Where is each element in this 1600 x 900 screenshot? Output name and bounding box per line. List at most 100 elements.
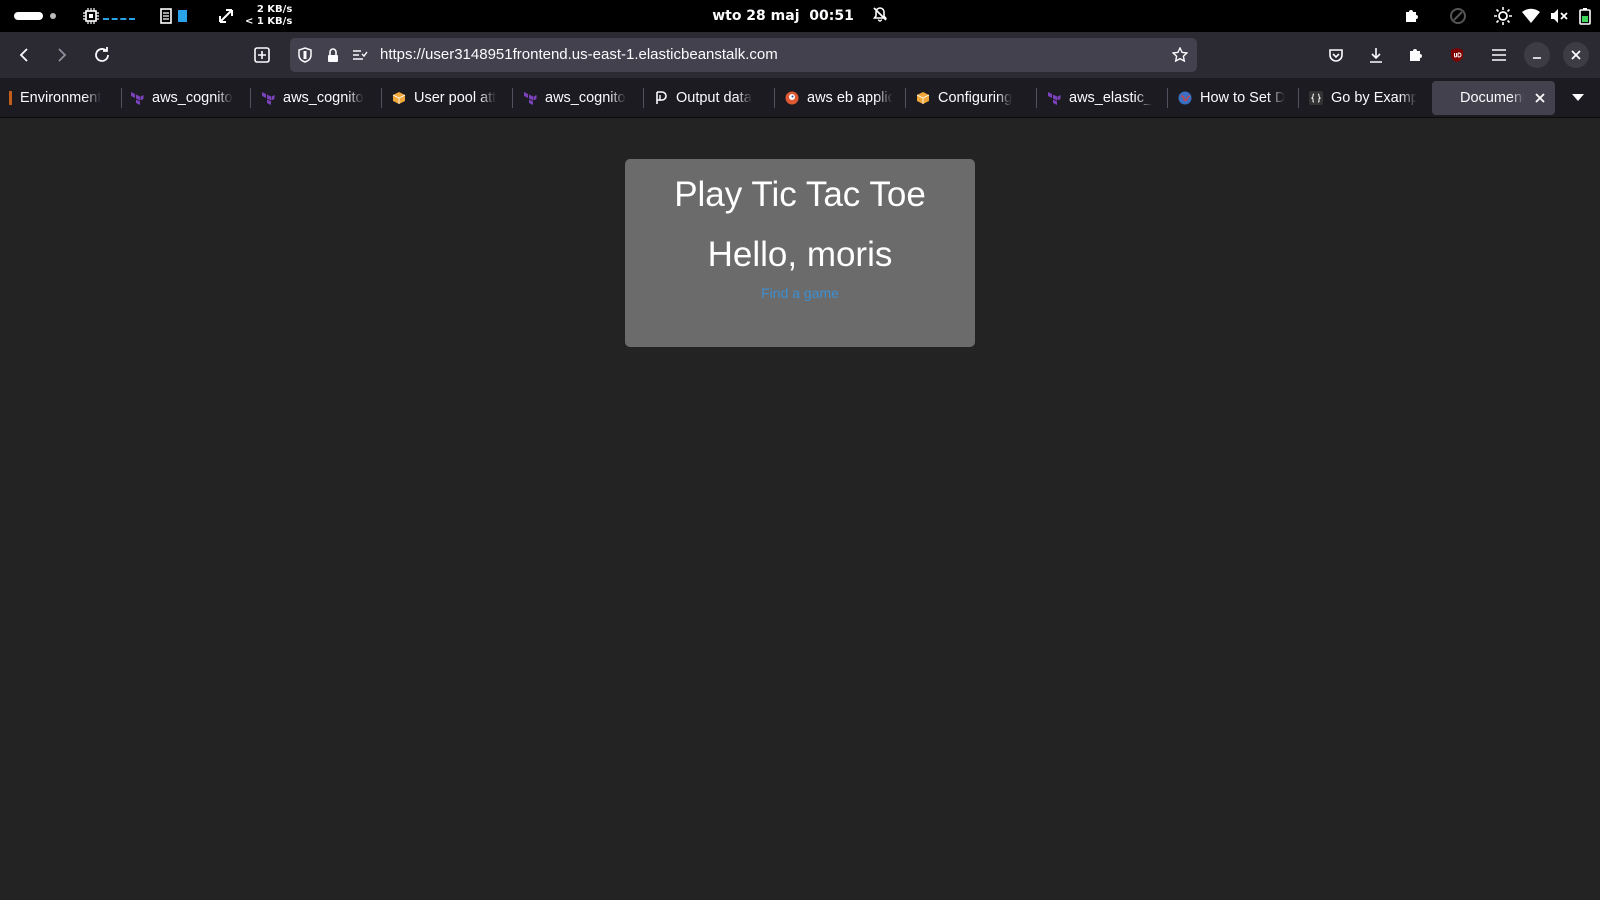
notifications-off-icon[interactable] — [872, 6, 888, 26]
ublock-shield-icon — [1451, 48, 1463, 62]
memory-usage-bar — [178, 10, 187, 22]
wifi-icon[interactable] — [1522, 7, 1540, 25]
forward-arrow-icon — [58, 48, 67, 62]
new-tab-icon — [254, 47, 270, 63]
tab-label: aws eb applic — [807, 90, 893, 106]
tab-user-pool[interactable]: User pool att — [392, 81, 500, 115]
battery-charging-icon[interactable] — [1578, 7, 1592, 25]
terraform-icon — [261, 91, 275, 105]
tab-aws-cognito-1[interactable]: aws_cognito — [130, 81, 238, 115]
duckduckgo-icon — [785, 91, 799, 105]
terraform-icon — [130, 91, 144, 105]
tab-separator — [774, 88, 775, 108]
tab-label: Environment — [20, 90, 102, 106]
hamburger-icon — [1492, 49, 1506, 61]
browser-toolbar: https://user3148951frontend.us-east-1.el… — [0, 32, 1600, 78]
bookmark-star-icon[interactable] — [1171, 46, 1189, 64]
pocket-icon — [1329, 49, 1343, 62]
permissions-icon[interactable] — [352, 47, 368, 63]
terraform-icon — [1047, 91, 1061, 105]
tab-label: How to Set D — [1200, 90, 1286, 106]
tab-aws-cognito-2[interactable]: aws_cognito — [261, 81, 369, 115]
back-button[interactable] — [8, 39, 40, 71]
tab-label: aws_cognito — [283, 90, 364, 106]
tab-separator — [512, 88, 513, 108]
close-icon — [1535, 93, 1545, 103]
greeting: Hello, moris — [707, 235, 893, 274]
game-card: Play Tic Tac Toe Hello, moris Find a gam… — [625, 159, 975, 347]
pocket-button[interactable] — [1320, 39, 1352, 71]
tab-separator — [905, 88, 906, 108]
network-transfer-icon — [217, 7, 235, 25]
tab-label: aws_cognito — [545, 90, 626, 106]
tab-strip: Environment aws_cognito aws_cognito User… — [0, 78, 1600, 118]
tab-go-by-example[interactable]: Go by Examp — [1309, 81, 1417, 115]
minimize-window-button[interactable] — [1524, 42, 1550, 68]
net-up-speed: 2 KB/s — [256, 4, 293, 15]
tab-label: Go by Examp — [1331, 90, 1417, 106]
tab-configuring[interactable]: Configuring — [916, 81, 1024, 115]
cpu-usage-graph — [103, 12, 135, 20]
tab-separator — [1298, 88, 1299, 108]
tab-close-button[interactable] — [1531, 89, 1549, 107]
page-content: Play Tic Tac Toe Hello, moris Find a gam… — [0, 119, 1600, 900]
reload-icon — [95, 47, 109, 62]
tab-label: Document — [1460, 90, 1524, 106]
tab-separator — [381, 88, 382, 108]
workspace-indicator-active[interactable] — [14, 12, 43, 20]
network-speed: 2 KB/s < 1 KB/s — [245, 4, 292, 28]
net-down-speed: < 1 KB/s — [245, 16, 293, 27]
reload-button[interactable] — [86, 39, 118, 71]
tab-environment[interactable]: Environment — [8, 81, 108, 115]
cpu-icon — [83, 8, 99, 24]
chevron-down-icon — [1572, 94, 1584, 101]
tab-aws-elastic[interactable]: aws_elastic_ — [1047, 81, 1155, 115]
find-game-link[interactable]: Find a game — [761, 285, 839, 301]
brightness-icon[interactable] — [1494, 7, 1512, 25]
list-all-tabs-button[interactable] — [1566, 86, 1590, 110]
tab-separator — [1167, 88, 1168, 108]
back-arrow-icon — [19, 48, 28, 62]
pulumi-icon — [654, 91, 668, 105]
orange-app-icon — [8, 91, 12, 105]
extensions-button[interactable] — [1400, 39, 1432, 71]
aws-box-icon — [916, 91, 930, 105]
tab-label: aws_cognito — [152, 90, 233, 106]
lock-icon[interactable] — [325, 47, 341, 63]
tab-document-active[interactable]: Document — [1432, 81, 1555, 115]
workspace-indicator-dot[interactable] — [50, 13, 56, 19]
terraform-icon — [523, 91, 537, 105]
extensions-puzzle-icon[interactable] — [1402, 6, 1422, 26]
minimize-icon — [1533, 57, 1541, 59]
url-text[interactable]: https://user3148951frontend.us-east-1.el… — [380, 46, 778, 63]
app-menu-button[interactable] — [1483, 39, 1515, 71]
clock[interactable]: wto 28 maj 00:51 — [712, 8, 854, 24]
close-window-button[interactable] — [1563, 42, 1589, 68]
new-tab-button[interactable] — [246, 39, 278, 71]
tracking-protection-shield-icon[interactable] — [297, 47, 313, 63]
tab-label: aws_elastic_ — [1069, 90, 1153, 106]
tab-label: Configuring — [938, 90, 1013, 106]
tab-label: User pool att — [414, 90, 497, 106]
system-top-bar: 2 KB/s < 1 KB/s wto 28 maj 00:51 — [0, 0, 1600, 32]
address-bar[interactable]: https://user3148951frontend.us-east-1.el… — [290, 38, 1197, 72]
volume-muted-icon[interactable] — [1550, 7, 1568, 25]
ublock-origin-button[interactable] — [1441, 39, 1473, 71]
tab-label: Output data — [676, 90, 752, 106]
memory-icon — [160, 8, 172, 24]
tab-separator — [250, 88, 251, 108]
tab-how-to-set[interactable]: How to Set D — [1178, 81, 1286, 115]
puzzle-icon — [1410, 49, 1422, 61]
page-title: Play Tic Tac Toe — [674, 175, 926, 214]
globe-icon — [1178, 91, 1192, 105]
code-braces-icon — [1309, 91, 1323, 105]
tab-separator — [1036, 88, 1037, 108]
tab-aws-eb-applic[interactable]: aws eb applic — [785, 81, 893, 115]
download-icon — [1370, 48, 1382, 63]
tab-separator — [121, 88, 122, 108]
tab-output-data[interactable]: Output data — [654, 81, 762, 115]
forward-button[interactable] — [46, 39, 78, 71]
vpn-disconnected-icon[interactable] — [1448, 6, 1468, 26]
tab-aws-cognito-3[interactable]: aws_cognito — [523, 81, 631, 115]
downloads-button[interactable] — [1360, 39, 1392, 71]
